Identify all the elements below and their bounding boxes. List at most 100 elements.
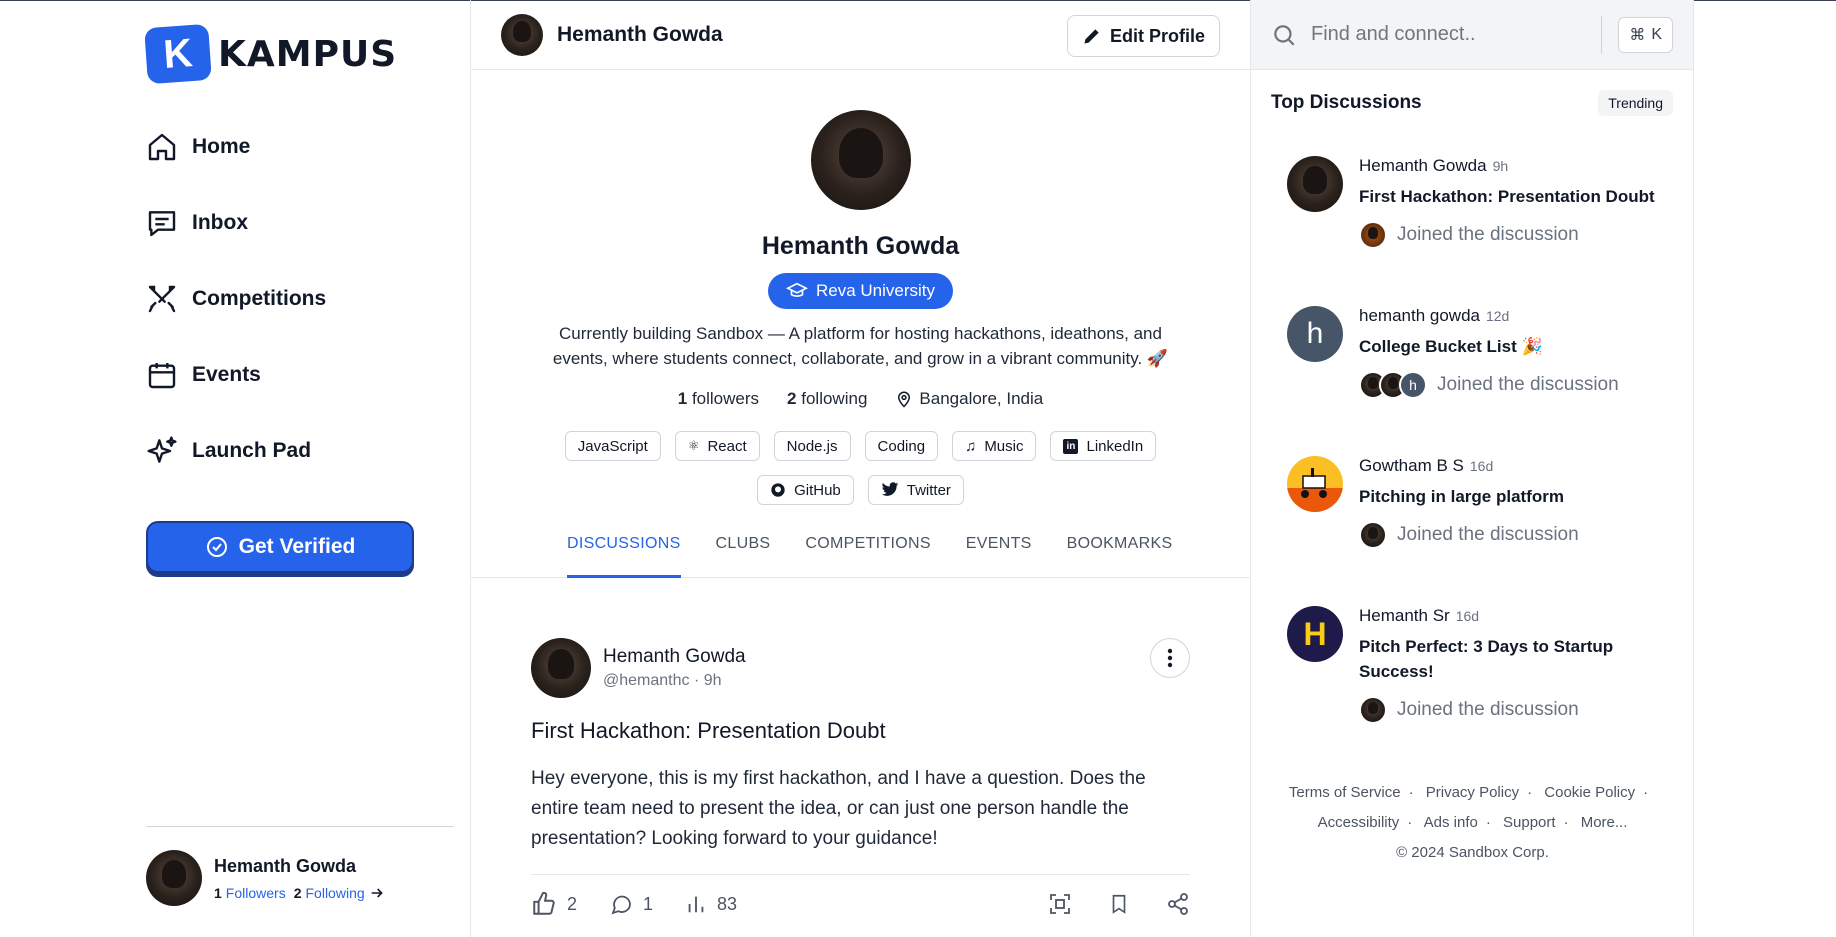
footer-link[interactable]: Cookie Policy <box>1544 784 1635 801</box>
tag-react[interactable]: ⚛ React <box>674 431 760 461</box>
followers-count: 1 <box>214 884 222 901</box>
logo-text: KAMPUS <box>218 33 398 75</box>
tab-discussions[interactable]: DISCUSSIONS <box>567 535 681 578</box>
participants: h Joined the discussion <box>1359 371 1659 399</box>
footer-link[interactable]: Support <box>1503 814 1556 831</box>
arrow-right-icon[interactable] <box>369 885 385 901</box>
post-card[interactable]: Hemanth Gowda @hemanthc · 9h First Hacka… <box>471 578 1250 917</box>
tag-javascript[interactable]: JavaScript <box>564 431 661 461</box>
following-count: 2 <box>293 884 302 901</box>
tag-music[interactable]: ♫ Music <box>952 431 1037 461</box>
tab-bookmarks[interactable]: BOOKMARKS <box>1067 535 1173 578</box>
sparkles-icon <box>147 436 177 463</box>
following-link[interactable]: Following <box>306 885 365 901</box>
current-user-name: Hemanth Gowda <box>214 855 357 876</box>
map-pin-icon <box>898 391 911 408</box>
avatar: h <box>1399 371 1427 399</box>
nav-item-home[interactable]: Home <box>146 128 326 166</box>
university-badge[interactable]: Reva University <box>767 273 954 309</box>
current-user-stats: 1 Followers 2 Following <box>214 885 385 901</box>
github-icon <box>771 483 785 497</box>
app-logo[interactable]: K KAMPUS <box>144 23 398 85</box>
profile-avatar <box>810 110 911 210</box>
footer-link[interactable]: Privacy Policy <box>1426 784 1519 801</box>
discussion-item[interactable]: Gowtham B S 16d Pitching in large platfor… <box>1251 456 1694 549</box>
footer-link[interactable]: Terms of Service <box>1289 784 1401 801</box>
nav-label: Inbox <box>192 211 248 234</box>
profile-section: Hemanth Gowda Reva University Currently … <box>471 110 1250 505</box>
nav-item-events[interactable]: Events <box>146 356 326 394</box>
verified-check-icon <box>206 537 227 557</box>
participants: Joined the discussion <box>1359 696 1659 724</box>
scan-icon[interactable] <box>1048 892 1072 916</box>
tag-github[interactable]: GitHub <box>757 475 854 505</box>
nav-label: Competitions <box>192 287 327 310</box>
tag-twitter[interactable]: Twitter <box>867 475 964 505</box>
nav-item-launch-pad[interactable]: Launch Pad <box>146 432 326 470</box>
top-discussions-title: Top Discussions <box>1271 92 1422 113</box>
discussion-item[interactable]: Hemanth Gowda 9h First Hackathon: Present… <box>1251 156 1694 249</box>
tab-competitions[interactable]: COMPETITIONS <box>805 535 930 578</box>
tab-events[interactable]: EVENTS <box>966 535 1032 578</box>
avatar: h <box>1287 306 1343 362</box>
search-shortcut: ⌘ K <box>1618 17 1673 53</box>
footer-link[interactable]: More... <box>1581 814 1628 831</box>
left-sidebar: K KAMPUS Home Inbox Competitions Events … <box>0 0 470 937</box>
post-options-button[interactable] <box>1150 638 1190 678</box>
post-title[interactable]: First Hackathon: Presentation Doubt <box>531 718 1190 744</box>
tag-nodejs[interactable]: Node.js <box>773 431 851 461</box>
discussion-item[interactable]: h hemanth gowda 12d College Bucket List 🎉… <box>1251 306 1694 399</box>
avatar[interactable] <box>531 638 591 698</box>
rover-icon <box>1287 468 1343 512</box>
participants: Joined the discussion <box>1359 521 1659 549</box>
bookmark-icon[interactable] <box>1108 892 1130 916</box>
get-verified-label: Get Verified <box>238 535 356 558</box>
profile-main: Hemanth Gowda Edit Profile Hemanth Gowda… <box>470 0 1251 937</box>
tab-clubs[interactable]: CLUBS <box>716 535 771 578</box>
nav-label: Home <box>192 135 251 158</box>
top-discussions-header: Top Discussions Trending <box>1251 90 1693 116</box>
footer-link[interactable]: Ads info <box>1424 814 1478 831</box>
like-count: 2 <box>567 893 578 914</box>
nav-item-competitions[interactable]: Competitions <box>146 280 326 318</box>
discussion-title[interactable]: First Hackathon: Presentation Doubt <box>1359 184 1659 209</box>
divider <box>1601 16 1602 54</box>
discussion-title[interactable]: Pitching in large platform <box>1359 484 1659 509</box>
following-stat[interactable]: 2 following <box>787 389 867 409</box>
post-actions: 2 1 83 <box>531 891 1190 917</box>
discussion-title[interactable]: Pitch Perfect: 3 Days to Startup Success… <box>1359 634 1659 684</box>
get-verified-button[interactable]: Get Verified <box>146 521 414 573</box>
avatar <box>1287 156 1343 212</box>
current-user-card[interactable]: Hemanth Gowda 1 Followers 2 Following <box>146 850 385 906</box>
logo-mark: K <box>144 23 212 85</box>
followers-stat[interactable]: 1 followers <box>678 389 759 409</box>
nav-item-inbox[interactable]: Inbox <box>146 204 326 242</box>
footer-link[interactable]: Accessibility <box>1318 814 1400 831</box>
comment-button[interactable]: 1 <box>609 892 653 916</box>
post-author[interactable]: Hemanth Gowda <box>603 646 746 668</box>
avatar <box>146 850 202 906</box>
thumbs-up-icon <box>533 891 555 915</box>
footer: Terms of Service · Privacy Policy · Cookie… <box>1251 778 1694 868</box>
tag-coding[interactable]: Coding <box>864 431 939 461</box>
discussion-title[interactable]: College Bucket List 🎉 <box>1359 334 1659 359</box>
search-input[interactable] <box>1311 23 1571 46</box>
edit-profile-label: Edit Profile <box>1109 25 1205 46</box>
share-icon[interactable] <box>1166 892 1190 916</box>
followers-link[interactable]: Followers <box>226 885 286 901</box>
discussion-item[interactable]: H Hemanth Sr 16d Pitch Perfect: 3 Days to… <box>1251 606 1694 724</box>
profile-stats: 1 followers 2 following Bangalore, India <box>471 389 1250 409</box>
swords-icon <box>148 285 176 313</box>
edit-profile-button[interactable]: Edit Profile <box>1066 15 1220 57</box>
profile-name: Hemanth Gowda <box>761 232 960 260</box>
graduation-cap-icon <box>785 282 808 297</box>
post-secondary-actions <box>1048 892 1190 916</box>
participants: Joined the discussion <box>1359 221 1659 249</box>
tag-linkedin[interactable]: in LinkedIn <box>1050 431 1157 461</box>
post-meta: @hemanthc · 9h <box>603 672 722 689</box>
divider <box>531 874 1190 875</box>
nav-label: Launch Pad <box>192 439 312 462</box>
like-button[interactable]: 2 <box>531 891 577 917</box>
trending-badge[interactable]: Trending <box>1598 90 1673 116</box>
header-name: Hemanth Gowda <box>557 22 723 46</box>
